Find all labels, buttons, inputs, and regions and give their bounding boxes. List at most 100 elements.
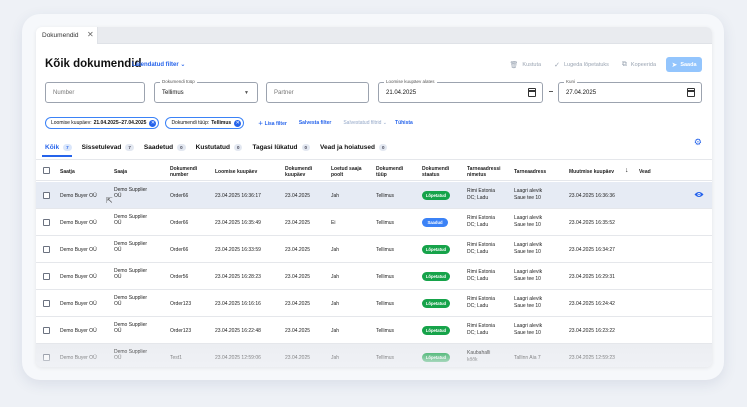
dropdown-icon: ▼: [244, 90, 249, 96]
cell-delivery-name-2: DC; Ladu: [467, 303, 489, 309]
cell-type: Tellimus: [376, 247, 395, 253]
cell-doc-date: 23.04.2025: [285, 355, 311, 361]
copy-button[interactable]: ⧉ Kopeerida: [622, 61, 656, 69]
eye-icon[interactable]: [694, 191, 704, 198]
cell-sender: Demo Buyer OÜ: [60, 355, 97, 361]
cell-doc-date: 23.04.2025: [285, 247, 311, 253]
cell-type: Tellimus: [376, 193, 395, 199]
calendar-icon[interactable]: [528, 88, 536, 97]
cell-doc-date: 23.04.2025: [285, 193, 311, 199]
row-checkbox[interactable]: [43, 300, 50, 307]
table-row[interactable]: Demo Buyer OÜ Demo Supplier OÜ Order66 23.0…: [36, 236, 712, 263]
cell-receiver: Demo Supplier OÜ: [114, 268, 148, 280]
cell-created: 23.04.2025 16:28:23: [215, 274, 261, 280]
calendar-icon[interactable]: [687, 88, 695, 97]
col-number[interactable]: Dokumendi number: [170, 166, 204, 178]
cell-sender: Demo Buyer OÜ: [60, 328, 97, 334]
table-row[interactable]: Demo Buyer OÜ Demo Supplier OÜ Order56 23.0…: [36, 263, 712, 290]
saved-filters-dropdown[interactable]: Salvestatud filtrid ⌄: [343, 120, 387, 126]
cell-delivery-address-2: Saue tee 10: [514, 276, 541, 282]
cell-delivery-address-2: Saue tee 10: [514, 330, 541, 336]
chevron-down-icon: ⌄: [180, 62, 186, 68]
cell-delivery-address: Laagri alevik: [514, 242, 543, 248]
cell-type: Tellimus: [376, 274, 395, 280]
cell-modified: 23.04.2025 16:34:27: [569, 247, 615, 253]
copy-icon: ⧉: [621, 60, 627, 68]
cell-delivery-address-2: Saue tee 10: [514, 222, 541, 228]
col-errors[interactable]: Vead: [639, 169, 651, 175]
cell-sender: Demo Buyer OÜ: [60, 247, 97, 253]
cell-modified: 23.04.2025 16:29:31: [569, 274, 615, 280]
cell-modified: 23.04.2025 16:35:52: [569, 220, 615, 226]
row-checkbox[interactable]: [43, 219, 50, 226]
cell-read: Ei: [331, 220, 336, 226]
doc-type-label: Dokumendi tüüp: [160, 79, 197, 85]
tab-errors[interactable]: Vead ja hoiatused 0: [320, 142, 388, 152]
cell-delivery-address-2: Saue tee 10: [514, 249, 541, 255]
table-row[interactable]: Demo Buyer OÜ Demo Supplier OÜ Test1 23.04.…: [36, 344, 712, 367]
cell-receiver: Demo Supplier OÜ: [114, 214, 148, 226]
cell-delivery-name-2: DC; Ladu: [467, 276, 489, 282]
table-row[interactable]: Demo Buyer OÜ Demo Supplier OÜ Order123 23.…: [36, 317, 712, 344]
arrow-down-icon[interactable]: ↓: [625, 167, 629, 174]
col-doc-date[interactable]: Dokumendi kuupäev: [285, 166, 319, 178]
col-modified[interactable]: Muutmise kuupäev: [569, 169, 614, 175]
col-sender[interactable]: Saatja: [60, 169, 75, 175]
cell-doc-date: 23.04.2025: [285, 274, 311, 280]
chip-close-icon[interactable]: ✕: [149, 119, 157, 127]
tab-dokumendid[interactable]: Dokumendid ✕: [36, 27, 98, 44]
cancel-button[interactable]: Tühista: [395, 120, 413, 126]
cell-created: 23.04.2025 16:36:17: [215, 193, 261, 199]
cell-delivery-name-2: DC; Ladu: [467, 330, 489, 336]
col-created[interactable]: Loomise kuupäev: [215, 169, 257, 175]
row-checkbox[interactable]: [43, 273, 50, 280]
cell-delivery-name: Kaubahalli: [467, 350, 491, 356]
tab-rejected[interactable]: Tagasi lükatud 0: [252, 142, 311, 152]
cell-delivery-name: Rimi Estonia: [467, 188, 496, 194]
save-filter-button[interactable]: Salvesta filter: [299, 120, 332, 126]
table-row[interactable]: Demo Buyer OÜ Demo Supplier OÜ Order66 23.0…: [36, 182, 712, 209]
number-input[interactable]: Number: [45, 82, 145, 103]
delete-button[interactable]: 🗑 Kustuta: [510, 61, 542, 69]
cell-delivery-address-2: Saue tee 10: [514, 303, 541, 309]
status-badge: Saadud: [422, 218, 448, 227]
status-badge: Lõpetatud: [422, 272, 450, 281]
row-checkbox[interactable]: [43, 327, 50, 334]
gear-icon[interactable]: ⚙: [694, 137, 702, 148]
finish-button[interactable]: ✓ Lugeda lõpetatuks: [554, 61, 609, 69]
chip-close-icon[interactable]: ✕: [234, 119, 242, 127]
cell-read: Jah: [331, 193, 340, 199]
cell-number: Order66: [170, 193, 189, 199]
cell-receiver: Demo Supplier OÜ: [114, 322, 148, 334]
table-row[interactable]: Demo Buyer OÜ Demo Supplier OÜ Order66 23.0…: [36, 209, 712, 236]
select-all-checkbox[interactable]: [43, 167, 50, 174]
col-delivery-address[interactable]: Tarneaadress: [514, 169, 546, 175]
cell-created: 23.04.2025 16:16:16: [215, 301, 261, 307]
close-icon[interactable]: ✕: [87, 30, 94, 39]
tab-incoming[interactable]: Sissetulevad 7: [82, 142, 134, 152]
tab-sent[interactable]: Saadetud 0: [144, 142, 186, 152]
col-type[interactable]: Dokumendi tüüp: [376, 166, 410, 178]
col-status[interactable]: Dokumendi staatus: [422, 166, 456, 178]
date-from-field[interactable]: Loomise kuupäev alates 21.04.2025: [378, 79, 543, 103]
col-receiver[interactable]: Saaja: [114, 169, 127, 175]
col-delivery-name[interactable]: Tarneaadressi nimetus: [467, 166, 511, 178]
row-checkbox[interactable]: [43, 246, 50, 253]
row-checkbox[interactable]: [43, 192, 50, 199]
cell-number: Test1: [170, 355, 182, 361]
doc-type-select[interactable]: Dokumendi tüüp Tellimus ▼: [154, 79, 258, 103]
add-filter-button[interactable]: ＋ Lisa filter: [258, 120, 287, 127]
status-tabs: Kõik 7 Sissetulevad 7 Saadetud 0 Kustutatud…: [45, 142, 397, 152]
table-row[interactable]: Demo Buyer OÜ Demo Supplier OÜ Order123 23.…: [36, 290, 712, 317]
advanced-filter-link[interactable]: Laiendatud filter ⌄: [132, 61, 185, 68]
cell-delivery-address: Laagri alevik: [514, 188, 543, 194]
date-to-field[interactable]: Kuni 27.04.2025: [558, 79, 702, 103]
send-button[interactable]: ➤ Saada: [666, 57, 702, 72]
cell-read: Jah: [331, 274, 340, 280]
tab-deleted[interactable]: Kustutatud 0: [196, 142, 243, 152]
cell-type: Tellimus: [376, 328, 395, 334]
tab-all[interactable]: Kõik 7: [45, 142, 72, 152]
partner-input[interactable]: Partner: [266, 82, 369, 103]
row-checkbox[interactable]: [43, 354, 50, 361]
col-read[interactable]: Loetud saaja poolt: [331, 166, 365, 178]
